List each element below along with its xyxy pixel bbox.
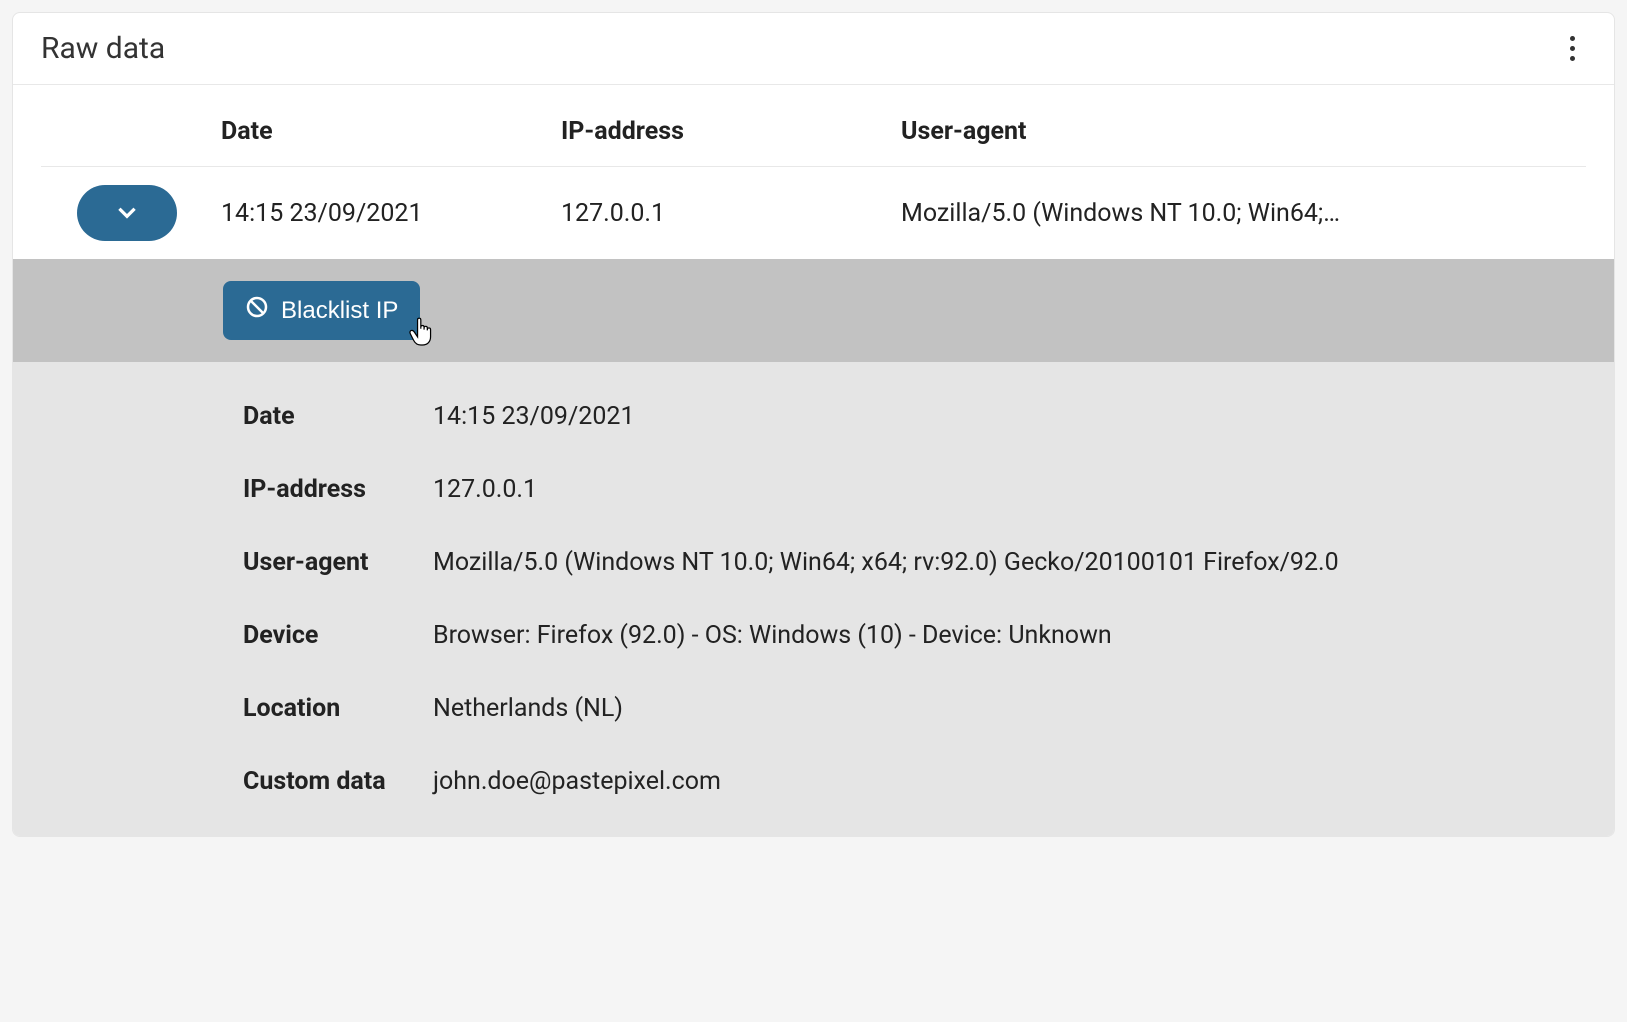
detail-label-ip: IP-address [243,475,433,504]
detail-rows: Date 14:15 23/09/2021 IP-address 127.0.0… [13,362,1614,836]
raw-data-card: Raw data Date IP-address User-agent 14:1… [12,12,1615,837]
action-bar: Blacklist IP [13,259,1614,362]
blacklist-ip-button[interactable]: Blacklist IP [223,281,420,340]
table: Date IP-address User-agent 14:15 23/09/2… [13,85,1614,259]
column-header-ip: IP-address [561,117,901,146]
column-header-user-agent: User-agent [901,117,1586,146]
cell-date: 14:15 23/09/2021 [221,199,561,228]
detail-row-location: Location Netherlands (NL) [13,672,1614,745]
detail-label-location: Location [243,694,433,723]
detail-value-ip: 127.0.0.1 [433,475,1614,504]
expand-cell [41,185,221,241]
detail-value-date: 14:15 23/09/2021 [433,402,1614,431]
detail-value-device: Browser: Firefox (92.0) - OS: Windows (1… [433,621,1614,650]
table-header-row: Date IP-address User-agent [41,85,1586,167]
detail-label-date: Date [243,402,433,431]
cell-ip: 127.0.0.1 [561,199,901,228]
detail-value-custom-data: john.doe@pastepixel.com [433,767,1614,796]
card-title: Raw data [41,31,165,66]
chevron-down-icon [114,199,140,228]
table-row: 14:15 23/09/2021 127.0.0.1 Mozilla/5.0 (… [41,167,1586,259]
card-header: Raw data [13,13,1614,85]
cell-user-agent: Mozilla/5.0 (Windows NT 10.0; Win64;… [901,199,1586,228]
detail-row-date: Date 14:15 23/09/2021 [13,380,1614,453]
expand-toggle-button[interactable] [77,185,177,241]
detail-row-ip: IP-address 127.0.0.1 [13,453,1614,526]
detail-value-user-agent: Mozilla/5.0 (Windows NT 10.0; Win64; x64… [433,548,1614,577]
detail-row-custom-data: Custom data john.doe@pastepixel.com [13,745,1614,818]
detail-value-location: Netherlands (NL) [433,694,1614,723]
detail-label-custom-data: Custom data [243,767,433,796]
expanded-panel: Blacklist IP Date 14:15 23/09/2021 IP-ad… [13,259,1614,836]
detail-label-user-agent: User-agent [243,548,433,577]
ban-icon [245,295,269,326]
detail-row-user-agent: User-agent Mozilla/5.0 (Windows NT 10.0;… [13,526,1614,599]
blacklist-ip-label: Blacklist IP [281,297,398,325]
more-vertical-icon[interactable] [1558,35,1586,63]
detail-label-device: Device [243,621,433,650]
detail-row-device: Device Browser: Firefox (92.0) - OS: Win… [13,599,1614,672]
column-header-date: Date [221,117,561,146]
